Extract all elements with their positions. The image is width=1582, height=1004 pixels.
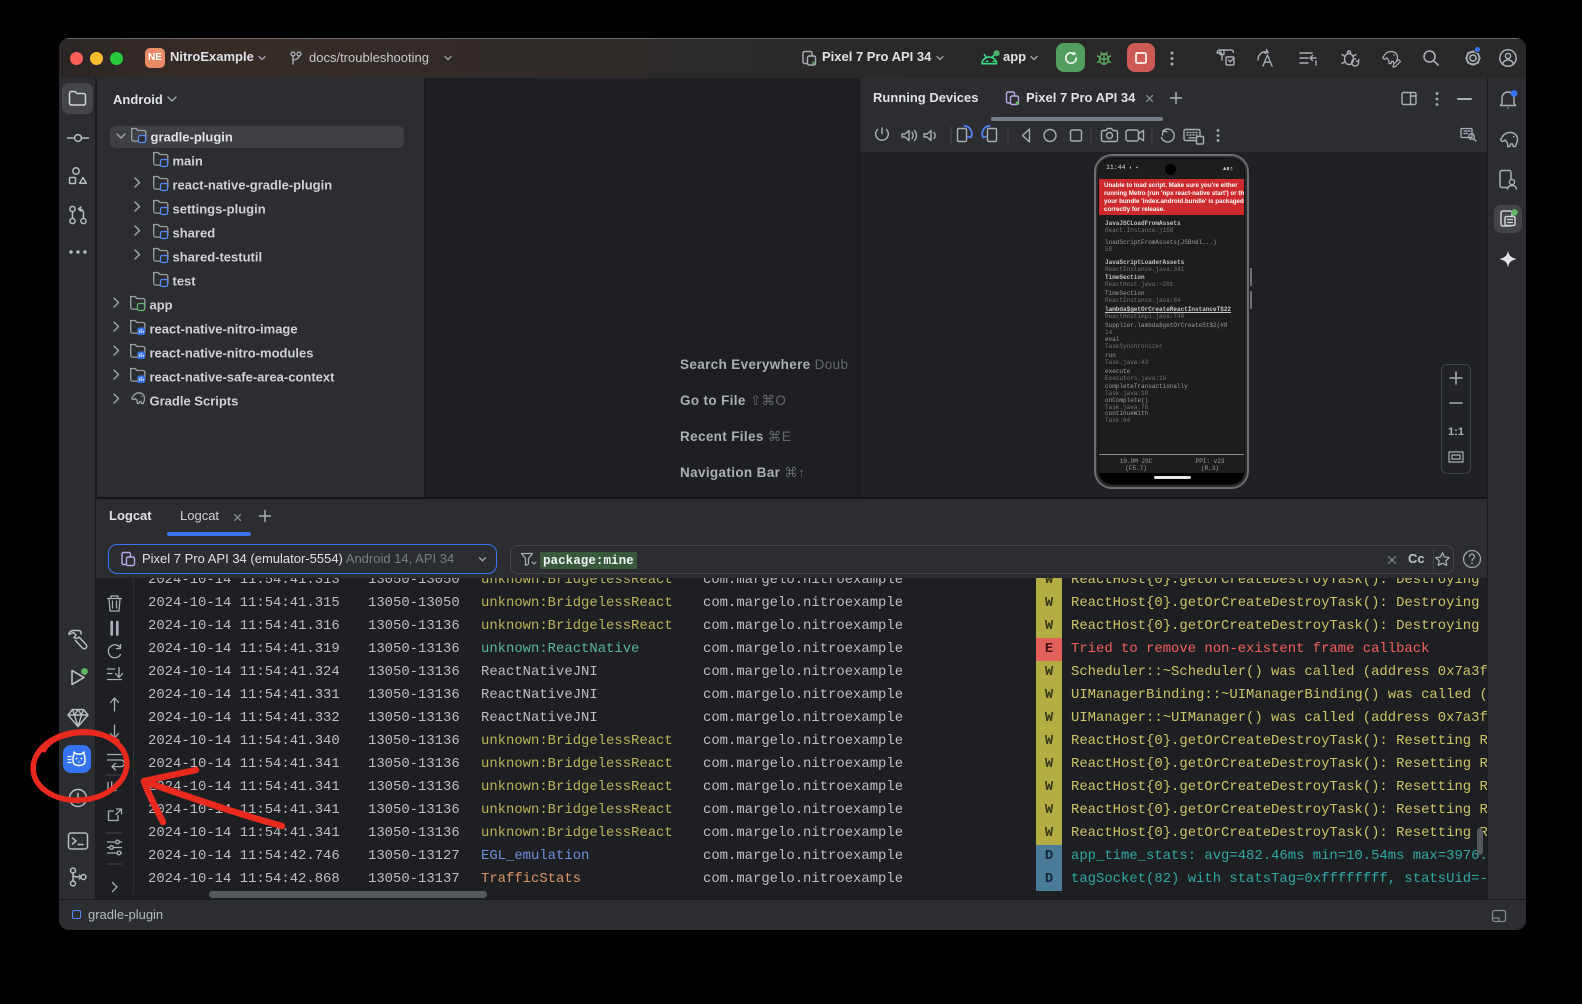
svg-text:react-native-nitro-modules: react-native-nitro-modules [150,346,314,361]
svg-text:shared: shared [173,226,216,241]
svg-text:settings-plugin: settings-plugin [173,202,266,217]
svg-text:gradle-plugin: gradle-plugin [151,130,233,145]
svg-text:react-native-gradle-plugin: react-native-gradle-plugin [173,178,333,193]
svg-text:test: test [173,274,197,289]
svg-text:1:1: 1:1 [1448,426,1464,438]
svg-text:Gradle Scripts: Gradle Scripts [150,394,239,409]
svg-text:main: main [173,154,203,169]
svg-text:app: app [150,298,173,313]
svg-text:Android: Android [113,92,163,107]
svg-text:shared-testutil: shared-testutil [173,250,263,265]
svg-text:react-native-nitro-image: react-native-nitro-image [150,322,298,337]
svg-text:react-native-safe-area-context: react-native-safe-area-context [150,370,336,385]
